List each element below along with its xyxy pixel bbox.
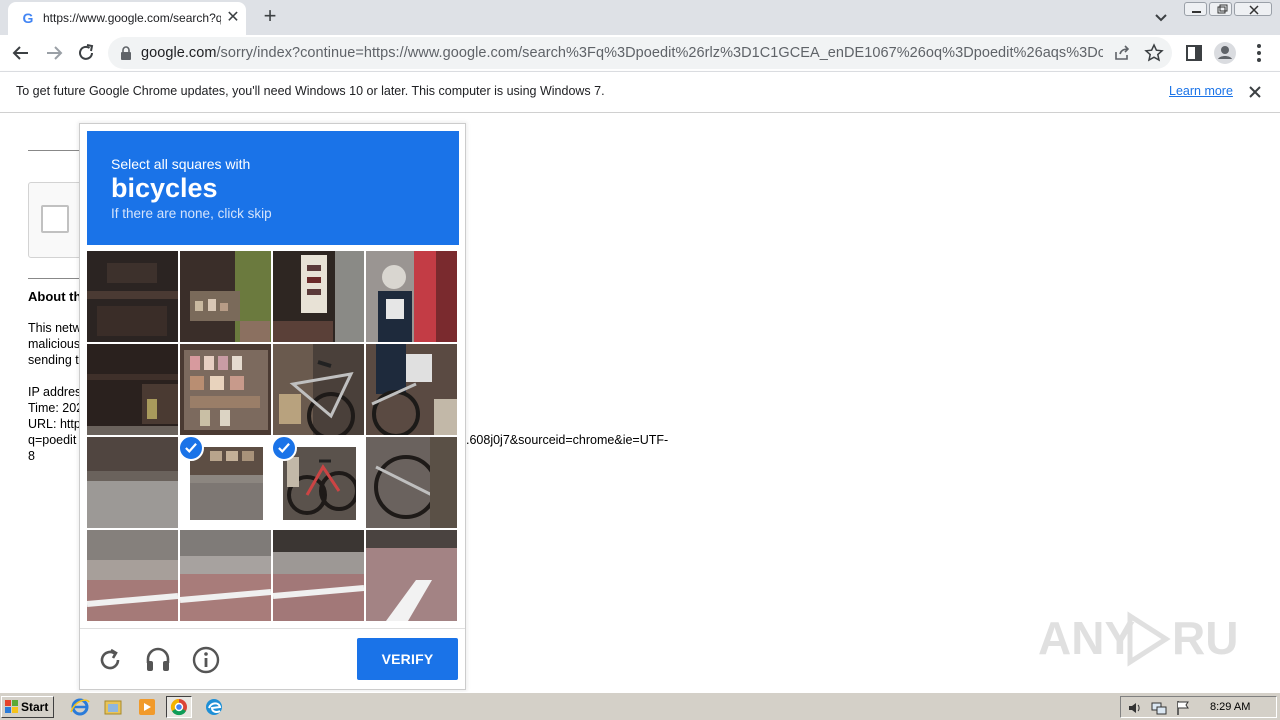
volume-icon[interactable]	[1127, 700, 1143, 716]
url-text[interactable]: google.com/sorry/index?continue=https://…	[141, 45, 1103, 63]
url-line-3: 8	[28, 449, 35, 463]
tab-title: https://www.google.com/search?q=poedit	[43, 11, 221, 25]
back-arrow-icon[interactable]	[9, 41, 33, 65]
para-line: This network	[28, 321, 80, 335]
ip-address-label: IP address	[28, 385, 80, 399]
tab-strip: G https://www.google.com/search?q=poedit…	[0, 0, 1280, 35]
forward-arrow-icon[interactable]	[42, 41, 66, 65]
bookmark-star-icon[interactable]	[1144, 43, 1164, 63]
media-player-icon[interactable]	[134, 696, 160, 718]
url-label: URL: http	[28, 417, 80, 431]
grid-tile-selected[interactable]	[273, 437, 364, 528]
grid-tile[interactable]	[180, 530, 271, 621]
challenge-header: Select all squares with bicycles If ther…	[87, 131, 459, 245]
grid-tile[interactable]	[273, 530, 364, 621]
grid-tile[interactable]	[87, 251, 178, 342]
chrome-icon	[170, 698, 187, 716]
grid-tile[interactable]	[87, 530, 178, 621]
browser-toolbar: google.com/sorry/index?continue=https://…	[0, 35, 1280, 71]
lock-icon[interactable]	[120, 46, 132, 60]
profile-avatar-icon[interactable]	[1213, 41, 1237, 65]
para-line: malicious	[28, 337, 80, 351]
screen: G https://www.google.com/search?q=poedit…	[0, 0, 1280, 720]
clock: 8:29 AM	[1210, 701, 1251, 713]
grid-tile-selected[interactable]	[180, 437, 271, 528]
info-icon[interactable]	[191, 645, 221, 675]
infobar-close-icon[interactable]	[1246, 83, 1264, 101]
grid-tile[interactable]	[273, 251, 364, 342]
tab-google-search[interactable]: G https://www.google.com/search?q=poedit…	[8, 2, 246, 35]
infobar-message: To get future Google Chrome updates, you…	[16, 84, 605, 98]
restore-button[interactable]	[1209, 2, 1232, 16]
anyrun-watermark: ANY RUN	[1038, 604, 1272, 674]
verify-button[interactable]: VERIFY	[357, 638, 458, 680]
skip-hint: If there are none, click skip	[111, 206, 272, 221]
update-infobar: To get future Google Chrome updates, you…	[0, 71, 1280, 113]
about-title: About this page	[28, 289, 80, 304]
grid-tile[interactable]	[366, 251, 457, 342]
url-tail: .608j0j7&sourceid=chrome&ie=UTF-	[466, 433, 669, 447]
url-host: google.com	[141, 45, 217, 61]
ie-icon[interactable]	[67, 696, 93, 718]
grid-tile[interactable]	[366, 530, 457, 621]
reload-page-icon[interactable]	[74, 41, 98, 65]
grid-tile[interactable]	[366, 437, 457, 528]
address-bar[interactable]: google.com/sorry/index?continue=https://…	[108, 37, 1172, 69]
menu-kebab-icon[interactable]	[1247, 41, 1271, 65]
network-icon[interactable]	[1151, 700, 1167, 716]
tab-close-icon[interactable]: ✕	[224, 9, 242, 27]
time-label: Time: 202	[28, 401, 80, 415]
image-grid	[87, 251, 459, 621]
action-center-flag-icon[interactable]	[1175, 700, 1191, 716]
footer-divider	[80, 628, 465, 629]
grid-tile[interactable]	[180, 344, 271, 435]
minimize-button[interactable]	[1184, 2, 1207, 16]
grid-tile[interactable]	[180, 251, 271, 342]
windows-flag-icon	[5, 700, 18, 713]
start-label: Start	[21, 700, 49, 714]
recaptcha-checkbox[interactable]	[41, 205, 69, 233]
recaptcha-challenge: Select all squares with bicycles If ther…	[79, 123, 466, 690]
grid-tile[interactable]	[87, 437, 178, 528]
grid-tile[interactable]	[273, 344, 364, 435]
tab-search-chevron-icon[interactable]	[1150, 6, 1172, 28]
para-line: sending t	[28, 353, 79, 367]
url-line-2: q=poedit	[28, 433, 77, 447]
learn-more-link[interactable]: Learn more	[1169, 84, 1233, 98]
share-icon[interactable]	[1112, 43, 1132, 63]
edge-icon[interactable]	[201, 696, 227, 718]
target-object: bicycles	[111, 173, 218, 203]
reload-icon[interactable]	[95, 645, 125, 675]
google-favicon-icon: G	[22, 10, 34, 26]
side-panel-icon[interactable]	[1182, 41, 1206, 65]
url-path: /sorry/index?continue=https://www.google…	[216, 45, 1103, 61]
close-window-button[interactable]	[1234, 2, 1272, 16]
watermark-text: ANY	[1038, 612, 1135, 664]
svg-text:RUN: RUN	[1172, 612, 1238, 664]
chrome-taskbar-item[interactable]	[166, 696, 192, 718]
instruction-text: Select all squares with	[111, 156, 251, 172]
explorer-icon[interactable]	[100, 696, 126, 718]
start-button[interactable]: Start	[1, 696, 54, 718]
windows-taskbar: Start 8:29 AM	[0, 692, 1280, 720]
grid-tile[interactable]	[366, 344, 457, 435]
system-tray: 8:29 AM	[1120, 696, 1277, 718]
audio-headphones-icon[interactable]	[143, 645, 173, 675]
grid-tile[interactable]	[87, 344, 178, 435]
new-tab-button[interactable]: +	[258, 5, 282, 29]
